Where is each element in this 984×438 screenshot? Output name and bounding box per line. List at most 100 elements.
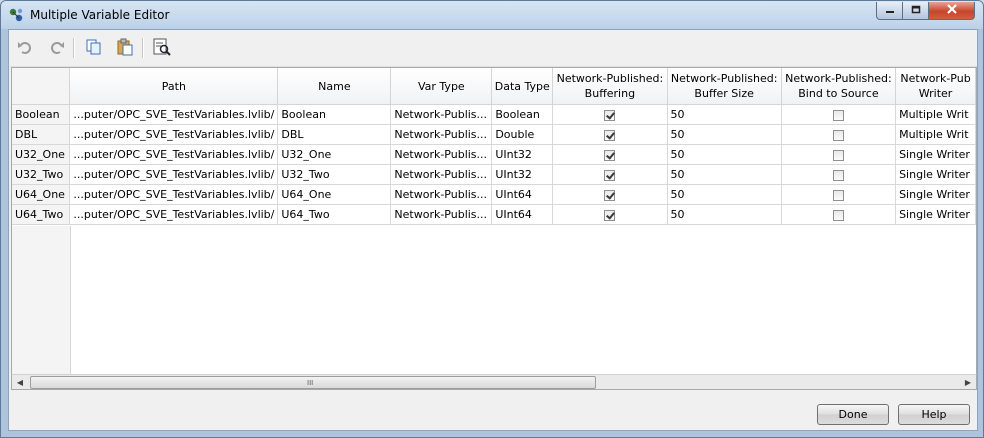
var-type-cell[interactable]: Network-Publis... [390,184,493,205]
buffering-checkbox-cell[interactable] [552,164,668,185]
data-type-cell[interactable]: UInt64 [491,204,554,225]
redo-button[interactable] [46,37,68,59]
writer-cell[interactable]: Single Writer [895,164,976,185]
bind-to-source-checkbox-cell[interactable] [781,184,897,205]
name-cell[interactable]: U32_Two [277,164,392,185]
buffering-checkbox[interactable] [604,149,616,161]
bind-to-source-checkbox-cell[interactable] [781,104,897,125]
row-header-cell[interactable]: U32_Two [12,164,71,185]
bind-to-source-checkbox-cell[interactable] [781,164,897,185]
column-header-var-type[interactable]: Var Type [390,68,493,105]
data-type-cell[interactable]: UInt32 [491,164,554,185]
name-cell[interactable]: U64_One [277,184,392,205]
title-bar[interactable]: Multiple Variable Editor [1,1,983,29]
variable-grid[interactable]: Path Name Var Type Data Type Network-Pub… [11,67,977,389]
writer-cell[interactable]: Multiple Writ [895,124,976,145]
close-button[interactable] [928,2,975,20]
data-type-cell[interactable]: UInt32 [491,144,554,165]
path-cell[interactable]: ...puter/OPC_SVE_TestVariables.lvlib/ [69,204,279,225]
row-header-strip [12,226,71,388]
row-header-cell[interactable]: Boolean [12,104,71,125]
column-header-buffer-size[interactable]: Network-Published: Buffer Size [667,68,782,105]
table-row[interactable]: DBL ...puter/OPC_SVE_TestVariables.lvlib/… [12,124,976,145]
buffer-size-cell[interactable]: 50 [667,124,782,145]
column-header-bind-to-source[interactable]: Network-Published: Bind to Source [781,68,897,105]
table-row[interactable]: U32_Two ...puter/OPC_SVE_TestVariables.lv… [12,164,976,185]
writer-cell[interactable]: Multiple Writ [895,104,976,125]
row-header-cell[interactable]: DBL [12,124,71,145]
path-cell[interactable]: ...puter/OPC_SVE_TestVariables.lvlib/ [69,144,279,165]
buffering-checkbox[interactable] [604,169,616,181]
scroll-left-button[interactable]: ◀ [12,375,28,389]
buffering-checkbox-cell[interactable] [552,104,668,125]
var-type-cell[interactable]: Network-Publis... [390,144,493,165]
buffering-checkbox[interactable] [604,129,616,141]
restore-icon [911,4,921,17]
buffer-size-cell[interactable]: 50 [667,204,782,225]
table-row[interactable]: U32_One ...puter/OPC_SVE_TestVariables.lv… [12,144,976,165]
path-cell[interactable]: ...puter/OPC_SVE_TestVariables.lvlib/ [69,104,279,125]
var-type-cell[interactable]: Network-Publis... [390,104,493,125]
buffering-checkbox-cell[interactable] [552,184,668,205]
paste-button[interactable] [114,37,136,59]
bind-to-source-checkbox-cell[interactable] [781,204,897,225]
row-header-cell[interactable]: U64_One [12,184,71,205]
buffering-checkbox[interactable] [604,109,616,121]
name-cell[interactable]: Boolean [277,104,392,125]
buffering-checkbox[interactable] [604,189,616,201]
buffering-checkbox[interactable] [604,209,616,221]
buffering-checkbox-cell[interactable] [552,144,668,165]
var-type-cell[interactable]: Network-Publis... [390,164,493,185]
scrollbar-thumb[interactable]: III [30,376,596,389]
undo-button[interactable] [14,37,36,59]
path-cell[interactable]: ...puter/OPC_SVE_TestVariables.lvlib/ [69,164,279,185]
buffering-checkbox-cell[interactable] [552,204,668,225]
bind-to-source-checkbox[interactable] [832,189,844,201]
bind-to-source-checkbox[interactable] [832,149,844,161]
writer-cell[interactable]: Single Writer [895,184,976,205]
copy-icon [85,38,103,59]
bind-to-source-checkbox[interactable] [832,129,844,141]
name-cell[interactable]: DBL [277,124,392,145]
help-button[interactable]: Help [898,404,970,425]
column-header-path[interactable]: Path [69,68,279,105]
minimize-button[interactable] [876,2,903,20]
table-row[interactable]: Boolean ...puter/OPC_SVE_TestVariables.lv… [12,104,976,125]
column-header-name[interactable]: Name [277,68,392,105]
row-header-cell[interactable]: U64_Two [12,204,71,225]
column-header-buffering[interactable]: Network-Published: Buffering [552,68,668,105]
buffering-checkbox-cell[interactable] [552,124,668,145]
copy-button[interactable] [83,37,105,59]
path-cell[interactable]: ...puter/OPC_SVE_TestVariables.lvlib/ [69,184,279,205]
data-type-cell[interactable]: Double [491,124,554,145]
path-cell[interactable]: ...puter/OPC_SVE_TestVariables.lvlib/ [69,124,279,145]
buffer-size-cell[interactable]: 50 [667,104,782,125]
buffer-size-cell[interactable]: 50 [667,144,782,165]
var-type-cell[interactable]: Network-Publis... [390,204,493,225]
name-cell[interactable]: U32_One [277,144,392,165]
row-header-cell[interactable]: U32_One [12,144,71,165]
find-button[interactable] [151,37,173,59]
bind-to-source-checkbox-cell[interactable] [781,124,897,145]
bind-to-source-checkbox[interactable] [832,109,844,121]
name-cell[interactable]: U64_Two [277,204,392,225]
bind-to-source-checkbox[interactable] [832,209,844,221]
bind-to-source-checkbox[interactable] [832,169,844,181]
data-type-cell[interactable]: Boolean [491,104,554,125]
buffer-size-cell[interactable]: 50 [667,164,782,185]
bind-to-source-checkbox-cell[interactable] [781,144,897,165]
var-type-cell[interactable]: Network-Publis... [390,124,493,145]
done-button[interactable]: Done [817,404,889,425]
writer-cell[interactable]: Single Writer [895,204,976,225]
column-header-data-type[interactable]: Data Type [491,68,554,105]
column-header-writer[interactable]: Network-Pub Writer [895,68,976,105]
minimize-icon [885,4,895,17]
maximize-button[interactable] [902,2,929,20]
buffer-size-cell[interactable]: 50 [667,184,782,205]
horizontal-scrollbar[interactable]: ◀ III ▶ [11,374,977,390]
data-type-cell[interactable]: UInt64 [491,184,554,205]
writer-cell[interactable]: Single Writer [895,144,976,165]
table-row[interactable]: U64_Two ...puter/OPC_SVE_TestVariables.lv… [12,204,976,225]
table-row[interactable]: U64_One ...puter/OPC_SVE_TestVariables.lv… [12,184,976,205]
scroll-right-button[interactable]: ▶ [960,375,976,389]
